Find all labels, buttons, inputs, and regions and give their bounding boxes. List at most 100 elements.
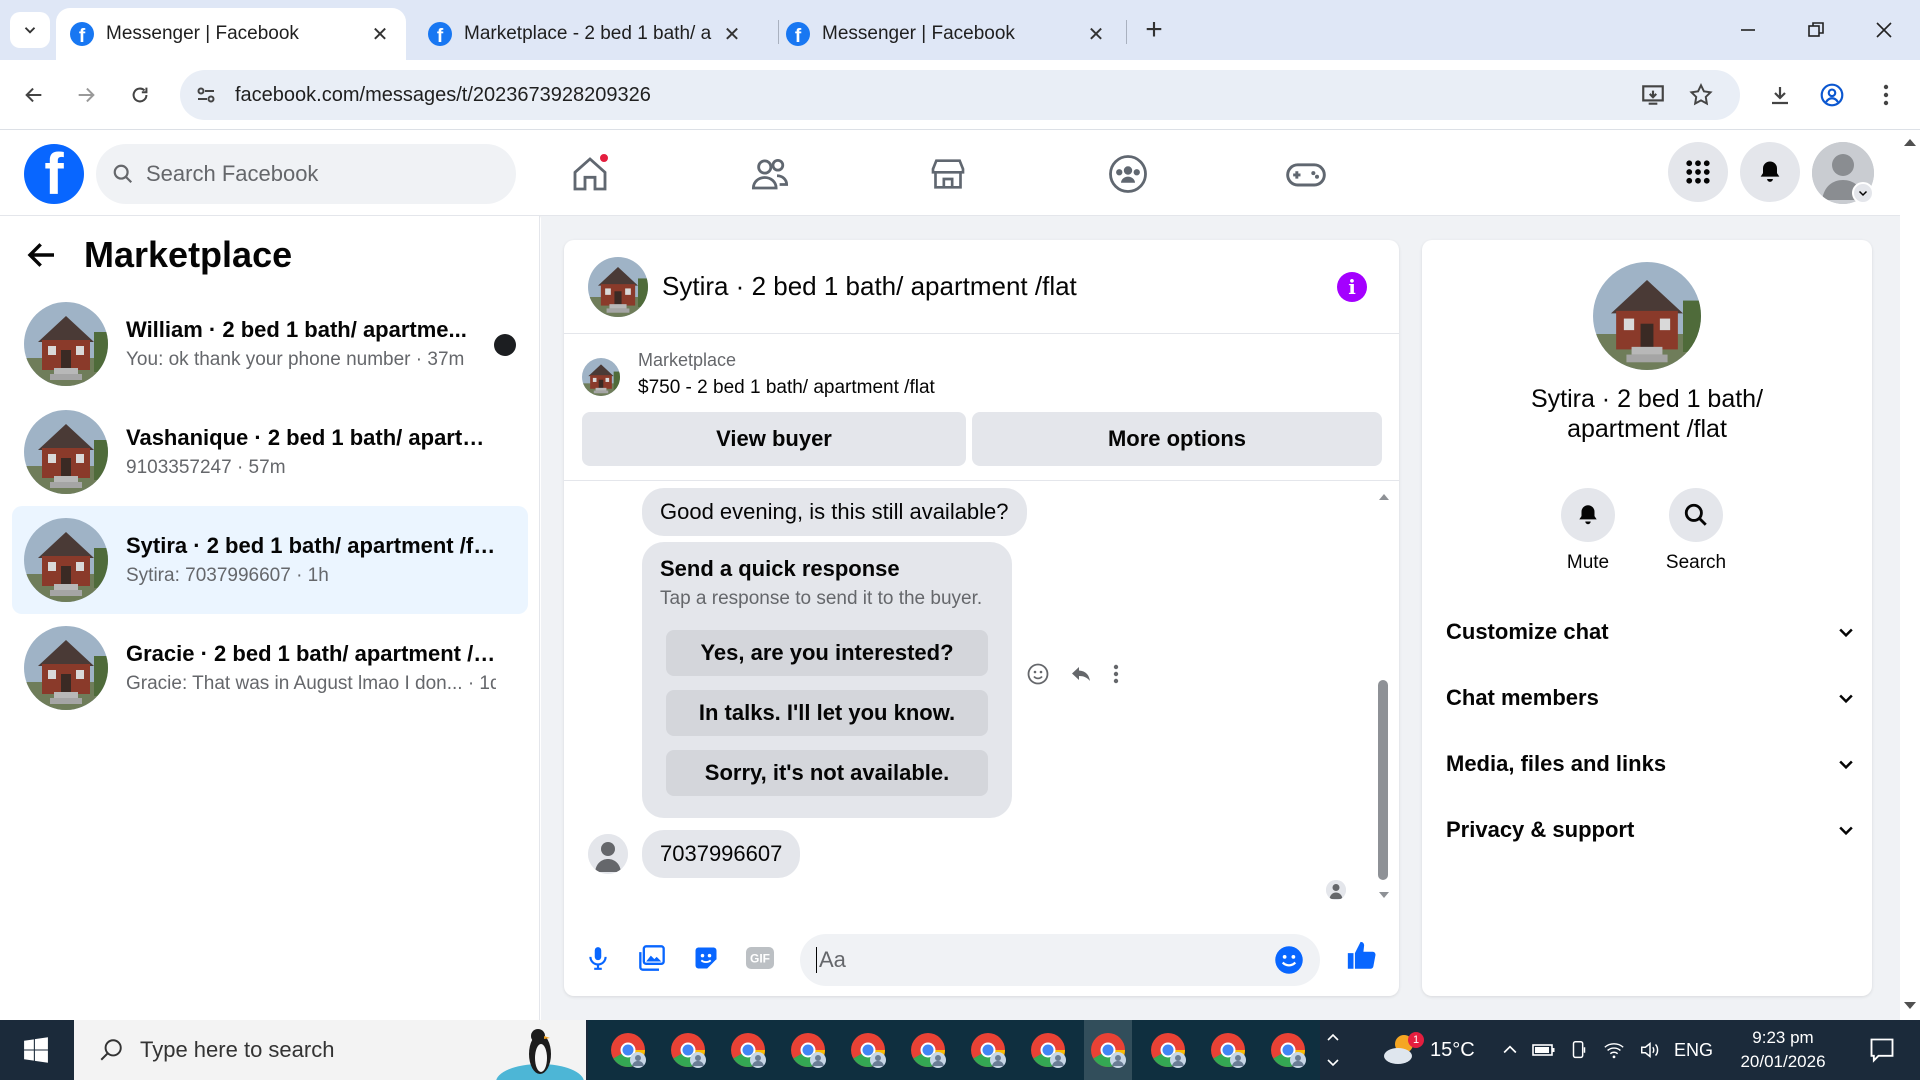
- customize-chat-row[interactable]: Customize chat: [1446, 612, 1856, 652]
- house-thumbnail[interactable]: [588, 256, 648, 317]
- chrome-taskbar-icon[interactable]: [664, 1020, 712, 1080]
- tab-close-icon[interactable]: ✕: [368, 22, 392, 46]
- tab-messenger-1[interactable]: f Messenger | Facebook ✕: [56, 8, 406, 60]
- account-circle-icon: [1820, 83, 1844, 107]
- marketplace-title: Marketplace: [84, 234, 293, 275]
- taskbar-clock[interactable]: 9:23 pm 20/01/2026: [1728, 1026, 1838, 1074]
- downloads-button[interactable]: [1762, 77, 1798, 113]
- bell-icon: [1579, 505, 1597, 525]
- wifi-icon[interactable]: [1602, 1039, 1626, 1061]
- privacy-support-row[interactable]: Privacy & support: [1446, 810, 1856, 850]
- info-icon[interactable]: i: [1337, 272, 1367, 302]
- page-scrollbar[interactable]: [1900, 130, 1920, 1020]
- media-files-links-row[interactable]: Media, files and links: [1446, 744, 1856, 784]
- conversation-title[interactable]: Sytira · 2 bed 1 bath/ apartment /flat: [662, 271, 1077, 302]
- mute-button[interactable]: Mute: [1538, 488, 1638, 574]
- tab-marketplace[interactable]: f Marketplace - 2 bed 1 bath/ apartment …: [414, 8, 758, 60]
- tab-messenger-2[interactable]: f Messenger | Facebook ✕: [772, 8, 1122, 60]
- chat-members-row[interactable]: Chat members: [1446, 678, 1856, 718]
- chrome-taskbar-icon[interactable]: [904, 1020, 952, 1080]
- minimize-button[interactable]: [1714, 0, 1782, 60]
- quick-response-sorry[interactable]: Sorry, it's not available.: [666, 750, 988, 796]
- chrome-taskbar-icon[interactable]: [1264, 1020, 1312, 1080]
- close-window-button[interactable]: [1850, 0, 1918, 60]
- sticker-icon: [695, 947, 717, 969]
- url-text[interactable]: facebook.com/messages/t/2023673928209326: [235, 84, 651, 107]
- like-button[interactable]: [1344, 938, 1380, 974]
- seen-avatar-icon: [494, 334, 516, 356]
- chrome-taskbar-icon[interactable]: [844, 1020, 892, 1080]
- volume-icon[interactable]: [1638, 1039, 1662, 1061]
- chat-name: Vashanique · 2 bed 1 bath/ apartm...: [126, 425, 496, 450]
- weather-widget[interactable]: 1 15°C: [1380, 1020, 1475, 1080]
- more-options-button[interactable]: More options: [972, 412, 1382, 466]
- notification-center-button[interactable]: [1852, 1020, 1912, 1080]
- attach-photo-button[interactable]: [634, 940, 670, 976]
- voice-clip-button[interactable]: [580, 940, 616, 976]
- smiley-icon[interactable]: [1026, 662, 1050, 686]
- chevron-up-icon[interactable]: [1500, 1040, 1520, 1060]
- account-caret[interactable]: [1852, 182, 1874, 204]
- chevron-down-icon: [1839, 628, 1853, 638]
- tab-close-icon[interactable]: ✕: [1084, 22, 1108, 46]
- nav-friends[interactable]: [740, 144, 800, 204]
- forward-button[interactable]: [68, 77, 104, 113]
- tab-search-menu[interactable]: [10, 12, 50, 48]
- menu-button[interactable]: [1668, 142, 1728, 202]
- scrollbar-thumb[interactable]: [1378, 680, 1388, 880]
- profile-button[interactable]: [1814, 77, 1850, 113]
- chrome-taskbar-icon[interactable]: [604, 1020, 652, 1080]
- gif-button[interactable]: GIF: [742, 940, 778, 976]
- browser-tabstrip: f Messenger | Facebook ✕ f Marketplace -…: [0, 0, 1920, 60]
- reply-icon[interactable]: [1068, 662, 1094, 686]
- chrome-taskbar-icon[interactable]: [964, 1020, 1012, 1080]
- reload-icon: [132, 87, 148, 103]
- quick-response-yes[interactable]: Yes, are you interested?: [666, 630, 988, 676]
- chat-item-william[interactable]: William · 2 bed 1 bath/ apartme... You: …: [12, 290, 528, 398]
- chat-item-sytira[interactable]: Sytira · 2 bed 1 bath/ apartment /fl... …: [12, 506, 528, 614]
- message-input[interactable]: Aa: [800, 934, 1320, 986]
- more-vertical-icon[interactable]: [1112, 663, 1120, 685]
- arrow-left-icon[interactable]: [26, 239, 58, 271]
- taskbar-search-input[interactable]: Type here to search: [74, 1020, 586, 1080]
- bookmark-star-icon[interactable]: [1688, 82, 1714, 108]
- chat-item-gracie[interactable]: Gracie · 2 bed 1 bath/ apartment /f... G…: [12, 614, 528, 722]
- install-app-icon[interactable]: [1640, 82, 1666, 108]
- groups-icon: [1109, 155, 1147, 193]
- facebook-search-input[interactable]: Search Facebook: [96, 144, 516, 204]
- nav-gaming[interactable]: [1276, 144, 1336, 204]
- nav-home[interactable]: [560, 144, 620, 204]
- emoji-icon[interactable]: [1274, 945, 1304, 975]
- language-indicator[interactable]: ENG: [1674, 1040, 1713, 1061]
- reload-button[interactable]: [122, 77, 158, 113]
- device-icon[interactable]: [1568, 1039, 1590, 1061]
- back-button[interactable]: [16, 77, 52, 113]
- battery-icon[interactable]: [1532, 1040, 1556, 1060]
- search-in-conversation-button[interactable]: Search: [1646, 488, 1746, 574]
- nav-groups[interactable]: [1098, 144, 1158, 204]
- chrome-taskbar-icon[interactable]: [1024, 1020, 1072, 1080]
- site-info-icon[interactable]: [194, 83, 218, 107]
- start-button[interactable]: [0, 1020, 72, 1080]
- notifications-button[interactable]: [1740, 142, 1800, 202]
- sender-avatar[interactable]: [588, 834, 628, 874]
- view-buyer-button[interactable]: View buyer: [582, 412, 966, 466]
- quick-response-in-talks[interactable]: In talks. I'll let you know.: [666, 690, 988, 736]
- browser-menu-button[interactable]: [1868, 77, 1904, 113]
- chrome-taskbar-icon[interactable]: [724, 1020, 772, 1080]
- arrow-right-icon: [78, 87, 95, 103]
- tray-chevron-up[interactable]: [1326, 1020, 1346, 1080]
- chrome-taskbar-icon[interactable]: [1084, 1020, 1132, 1080]
- new-tab-button[interactable]: +: [1138, 13, 1170, 46]
- tab-close-icon[interactable]: ✕: [720, 22, 744, 46]
- sticker-button[interactable]: [688, 940, 724, 976]
- listing-summary[interactable]: Marketplace $750 - 2 bed 1 bath/ apartme…: [582, 350, 935, 399]
- chrome-taskbar-icon[interactable]: [784, 1020, 832, 1080]
- chat-item-vashanique[interactable]: Vashanique · 2 bed 1 bath/ apartm... 910…: [12, 398, 528, 506]
- nav-marketplace[interactable]: [918, 144, 978, 204]
- chrome-taskbar-icon[interactable]: [1204, 1020, 1252, 1080]
- facebook-logo-icon[interactable]: f: [24, 144, 84, 204]
- chrome-taskbar-icon[interactable]: [1144, 1020, 1192, 1080]
- address-bar[interactable]: facebook.com/messages/t/2023673928209326: [180, 70, 1740, 120]
- restore-button[interactable]: [1782, 0, 1850, 60]
